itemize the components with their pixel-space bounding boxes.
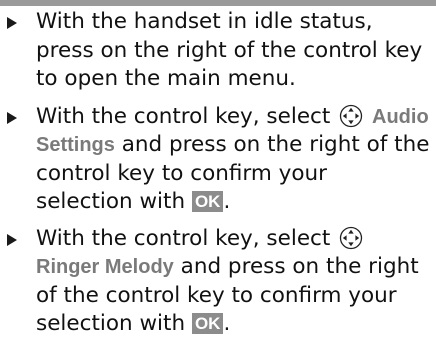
- step-end: .: [223, 189, 231, 214]
- ok-softkey-label: OK: [191, 191, 224, 212]
- triangle-bullet-icon: [7, 111, 17, 124]
- instruction-list: With the handset in idle status, press o…: [0, 8, 436, 347]
- menu-keyword: Ringer Melody: [36, 256, 174, 278]
- step-text: With the handset in idle status, press o…: [36, 9, 423, 91]
- control-key-icon: [340, 226, 363, 249]
- instruction-step-3: With the control key, select Ringer Melo…: [0, 225, 436, 339]
- instruction-step-2: With the control key, select Audio Setti…: [0, 103, 436, 217]
- triangle-bullet-icon: [7, 233, 17, 246]
- control-key-icon: [340, 104, 363, 127]
- top-divider-bar: [0, 0, 436, 6]
- step-end: .: [223, 311, 231, 336]
- step-text-before: With the control key, select: [36, 103, 331, 129]
- triangle-bullet-icon: [7, 17, 17, 29]
- ok-softkey-label: OK: [191, 313, 224, 334]
- instruction-step-1: With the handset in idle status, press o…: [0, 8, 436, 94]
- step-text-before: With the control key, select: [36, 225, 331, 251]
